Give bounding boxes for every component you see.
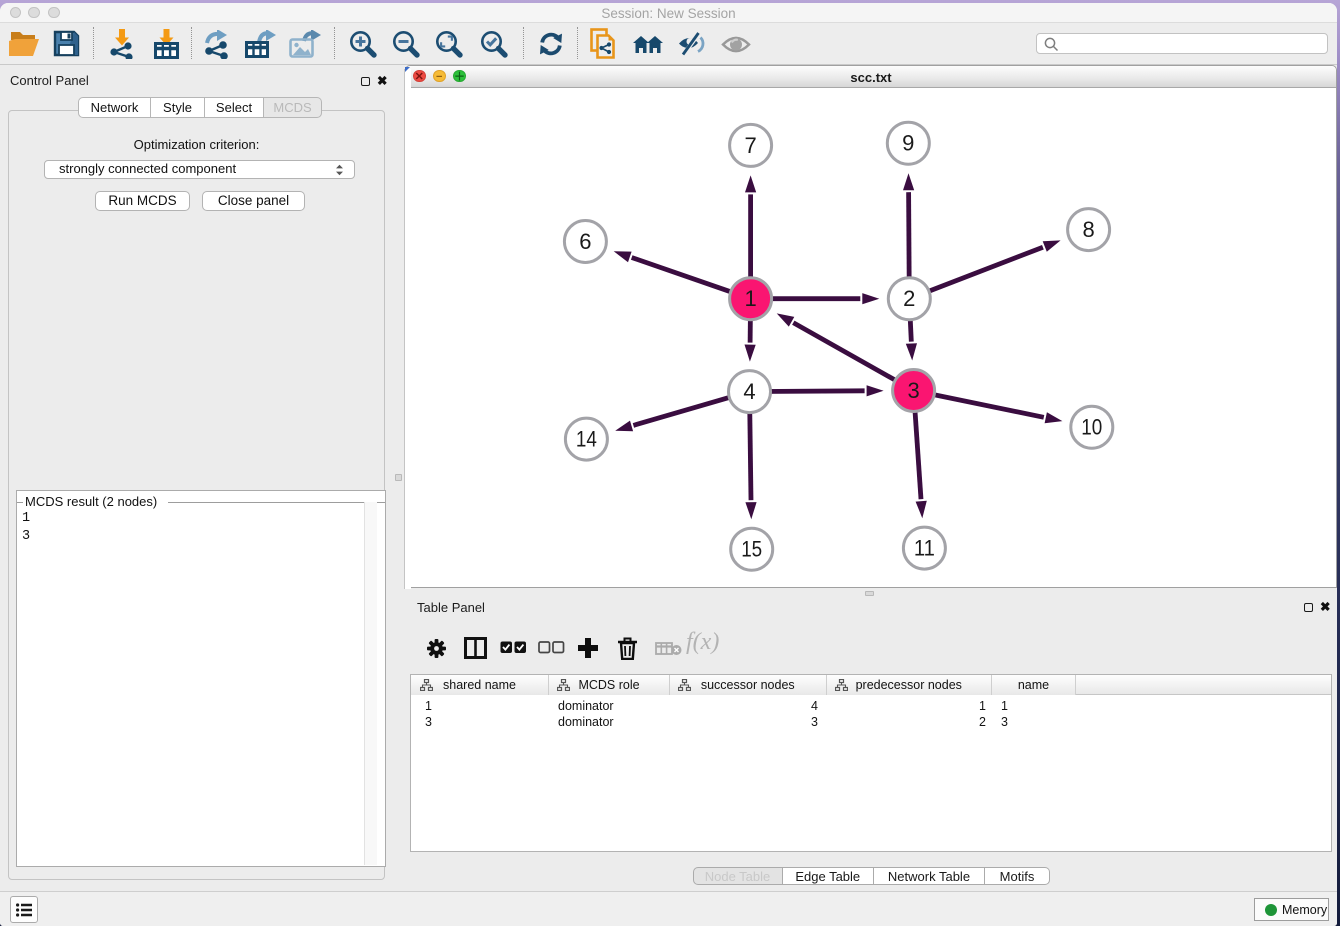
- svg-text:15: 15: [741, 537, 762, 562]
- svg-text:1: 1: [744, 286, 756, 311]
- svg-text:3: 3: [907, 378, 919, 403]
- svg-text:14: 14: [576, 427, 597, 452]
- svg-text:6: 6: [579, 229, 591, 254]
- svg-text:4: 4: [743, 379, 755, 404]
- svg-text:2: 2: [903, 286, 915, 311]
- svg-text:7: 7: [744, 133, 756, 158]
- svg-text:11: 11: [914, 536, 935, 561]
- svg-text:8: 8: [1082, 217, 1094, 242]
- svg-text:10: 10: [1081, 415, 1102, 440]
- svg-text:9: 9: [902, 131, 914, 156]
